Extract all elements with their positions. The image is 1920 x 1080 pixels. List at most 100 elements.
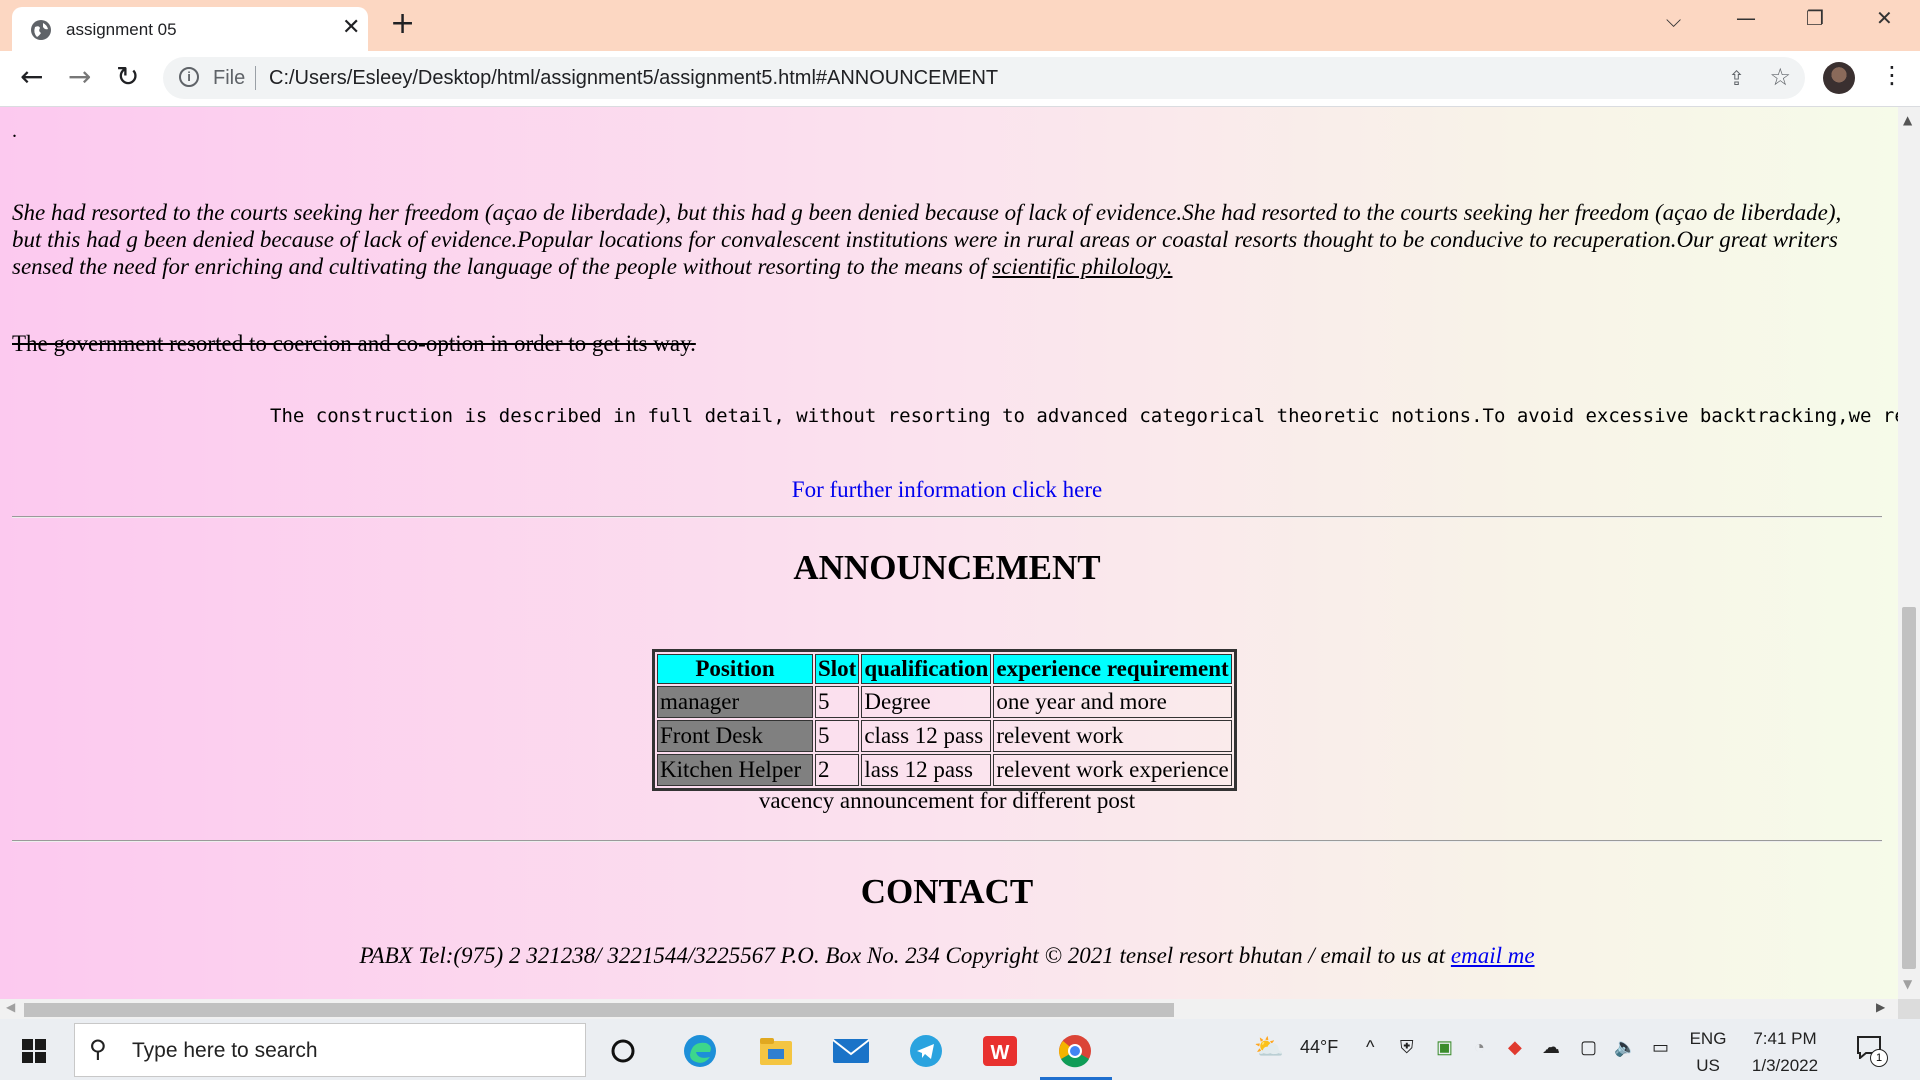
vertical-scrollbar[interactable]: ▲ ▼ bbox=[1898, 107, 1920, 999]
slot-cell: 5 bbox=[815, 720, 860, 752]
cortana-icon[interactable] bbox=[603, 1031, 643, 1071]
table-row: Front Desk 5 class 12 pass relevent work bbox=[657, 720, 1232, 752]
address-url[interactable]: C:/Users/Esleey/Desktop/html/assignment5… bbox=[269, 67, 998, 90]
anydesk-icon[interactable]: ◆ bbox=[1508, 1037, 1522, 1058]
browser-toolbar: ← → ↻ i File C:/Users/Esleey/Desktop/htm… bbox=[0, 51, 1920, 107]
wifi-icon[interactable]: ◔ bbox=[1474, 1037, 1485, 1058]
strikethrough-text: The government resorted to coercion and … bbox=[12, 331, 691, 356]
onedrive-icon[interactable]: ☁ bbox=[1542, 1037, 1560, 1058]
telegram-icon[interactable] bbox=[906, 1031, 946, 1071]
scientific-philology-link[interactable]: scientific philology. bbox=[992, 254, 1172, 279]
language-code: ENG bbox=[1689, 1029, 1727, 1048]
file-explorer-icon[interactable] bbox=[756, 1031, 796, 1071]
contact-footer: PABX Tel:(975) 2 321238/ 3221544/3225567… bbox=[0, 943, 1894, 969]
horizontal-scroll-thumb[interactable] bbox=[24, 1003, 1174, 1017]
table-row: Kitchen Helper 2 lass 12 pass relevent w… bbox=[657, 754, 1232, 786]
taskbar: ⚲ Type here to search W ⛅ 44°F ^ ⛨ ▣ ◔ ◆… bbox=[0, 1019, 1920, 1080]
mail-icon[interactable] bbox=[831, 1031, 871, 1071]
table-header-row: Position Slot qualification experience r… bbox=[657, 654, 1232, 684]
divider bbox=[12, 840, 1882, 842]
tab-title: assignment 05 bbox=[66, 20, 177, 39]
search-icon: ⚲ bbox=[89, 1035, 107, 1063]
tab-search-chevron-icon[interactable]: ⌵ bbox=[1666, 8, 1681, 32]
email-me-link[interactable]: email me bbox=[1451, 943, 1535, 968]
address-scheme: File bbox=[213, 67, 246, 89]
horizontal-scrollbar[interactable]: ◀ ▶ bbox=[0, 999, 1898, 1019]
page-viewport: . She had resorted to the courts seeking… bbox=[0, 107, 1898, 999]
monospace-line: The construction is described in full de… bbox=[270, 405, 1898, 427]
contact-heading: CONTACT bbox=[860, 872, 1034, 911]
tab-strip: assignment 05 ✕ + ⌵ — ❐ ✕ bbox=[0, 0, 1920, 51]
reload-icon[interactable]: ↻ bbox=[116, 60, 139, 94]
notification-center-icon[interactable]: 1 bbox=[1856, 1035, 1888, 1067]
weather-temperature[interactable]: 44°F bbox=[1300, 1037, 1338, 1058]
address-separator bbox=[255, 66, 256, 90]
app-tray-icon[interactable]: ▣ bbox=[1436, 1037, 1453, 1058]
column-header: Position bbox=[657, 654, 813, 684]
profile-avatar[interactable] bbox=[1823, 62, 1855, 94]
strikethrough-line: The government resorted to coercion and … bbox=[12, 331, 696, 357]
experience-cell: one year and more bbox=[993, 686, 1232, 718]
strikethrough-tail: . bbox=[690, 331, 696, 356]
info-icon[interactable]: i bbox=[179, 67, 199, 87]
volume-icon[interactable]: 🔈 bbox=[1614, 1037, 1636, 1058]
scrollbar-corner bbox=[1898, 999, 1920, 1019]
table-caption: vacency announcement for different post bbox=[758, 788, 1136, 813]
experience-cell: relevent work experience bbox=[993, 754, 1232, 786]
position-cell: manager bbox=[657, 686, 813, 718]
wps-office-icon[interactable]: W bbox=[980, 1031, 1020, 1071]
slot-cell: 2 bbox=[815, 754, 860, 786]
scroll-left-icon[interactable]: ◀ bbox=[6, 1000, 15, 1014]
security-shield-icon[interactable]: ⛨ bbox=[1400, 1037, 1414, 1058]
search-placeholder: Type here to search bbox=[132, 1039, 318, 1062]
notification-count: 1 bbox=[1870, 1049, 1888, 1067]
paragraph-text: She had resorted to the courts seeking h… bbox=[12, 200, 1842, 279]
column-header: qualification bbox=[861, 654, 992, 684]
announcement-heading: ANNOUNCEMENT bbox=[793, 548, 1101, 587]
vacancy-table: Position Slot qualification experience r… bbox=[652, 649, 1237, 791]
language-indicator[interactable]: ENG US bbox=[1688, 1025, 1728, 1079]
qualification-cell: Degree bbox=[861, 686, 992, 718]
vertical-scroll-thumb[interactable] bbox=[1902, 607, 1916, 969]
clock-time: 7:41 PM bbox=[1753, 1029, 1817, 1048]
weather-icon[interactable]: ⛅ bbox=[1254, 1033, 1284, 1062]
kebab-menu-icon[interactable]: ⋮ bbox=[1880, 61, 1904, 89]
taskbar-search-box[interactable]: ⚲ Type here to search bbox=[74, 1023, 586, 1077]
battery-icon[interactable]: ▭ bbox=[1652, 1037, 1669, 1058]
svg-text:W: W bbox=[991, 1042, 1010, 1064]
address-bar[interactable]: i File C:/Users/Esleey/Desktop/html/assi… bbox=[163, 57, 1805, 99]
device-icon[interactable]: ▢ bbox=[1580, 1037, 1597, 1058]
qualification-cell: lass 12 pass bbox=[861, 754, 992, 786]
column-header: experience requirement bbox=[993, 654, 1232, 684]
bookmark-star-icon[interactable]: ☆ bbox=[1769, 63, 1791, 91]
clock-date: 1/3/2022 bbox=[1751, 1056, 1819, 1075]
stray-dot: . bbox=[12, 120, 17, 142]
minimize-icon[interactable]: — bbox=[1736, 6, 1756, 30]
chevron-up-icon[interactable]: ^ bbox=[1366, 1037, 1374, 1058]
scroll-up-icon[interactable]: ▲ bbox=[1903, 113, 1912, 127]
scroll-down-icon[interactable]: ▼ bbox=[1903, 977, 1912, 991]
new-tab-icon[interactable]: + bbox=[390, 9, 415, 39]
forward-arrow-icon[interactable]: → bbox=[68, 60, 91, 94]
column-header: Slot bbox=[815, 654, 860, 684]
system-clock[interactable]: 7:41 PM 1/3/2022 bbox=[1740, 1025, 1830, 1079]
table-row: manager 5 Degree one year and more bbox=[657, 686, 1232, 718]
region-code: US bbox=[1696, 1056, 1720, 1075]
share-icon[interactable]: ⇪ bbox=[1728, 66, 1745, 90]
scroll-right-icon[interactable]: ▶ bbox=[1876, 1000, 1885, 1014]
window-close-icon[interactable]: ✕ bbox=[1876, 6, 1893, 30]
resorting-paragraph: She had resorted to the courts seeking h… bbox=[12, 199, 1872, 280]
browser-tab[interactable]: assignment 05 ✕ bbox=[12, 7, 368, 51]
back-arrow-icon[interactable]: ← bbox=[20, 60, 43, 94]
edge-icon[interactable] bbox=[680, 1031, 720, 1071]
further-info-link[interactable]: For further information click here bbox=[0, 477, 1894, 503]
chrome-icon[interactable] bbox=[1055, 1031, 1095, 1071]
windows-start-icon[interactable] bbox=[22, 1039, 46, 1063]
position-cell: Front Desk bbox=[657, 720, 813, 752]
slot-cell: 5 bbox=[815, 686, 860, 718]
divider bbox=[12, 516, 1882, 518]
close-tab-icon[interactable]: ✕ bbox=[342, 16, 360, 40]
qualification-cell: class 12 pass bbox=[861, 720, 992, 752]
experience-cell: relevent work bbox=[993, 720, 1232, 752]
restore-icon[interactable]: ❐ bbox=[1806, 6, 1824, 30]
